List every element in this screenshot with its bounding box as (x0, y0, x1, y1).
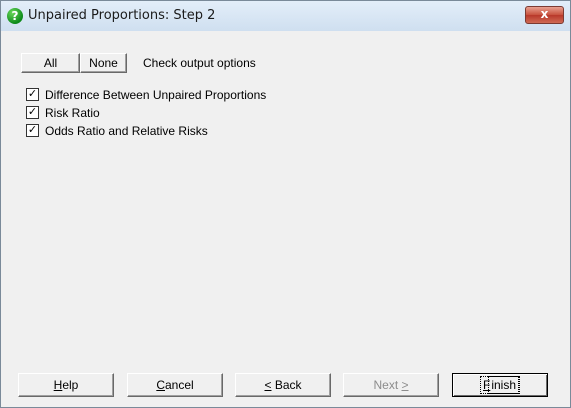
cancel-button[interactable]: Cancel (127, 373, 223, 397)
option-label: Difference Between Unpaired Proportions (45, 88, 267, 102)
checkbox[interactable]: ✓ (26, 123, 39, 137)
option-label: Odds Ratio and Relative Risks (45, 124, 208, 138)
checkbox[interactable]: ✓ (26, 87, 39, 101)
mnemonic: C (156, 378, 165, 392)
instruction-label: Check output options (143, 56, 256, 70)
window-title: Unpaired Proportions: Step 2 (28, 8, 216, 23)
help-question-icon: ? (7, 8, 23, 24)
select-none-button[interactable]: None (80, 53, 127, 73)
dialog-window: ? Unpaired Proportions: Step 2 x All Non… (0, 0, 571, 408)
dialog-body: All None Check output options ✓ Differen… (6, 31, 565, 403)
focus-box: Finish (479, 376, 521, 394)
mnemonic: < (264, 378, 272, 392)
close-button[interactable]: x (525, 6, 564, 24)
check-icon: ✓ (27, 105, 38, 118)
button-label: inish (488, 376, 519, 394)
button-label: Back (271, 378, 302, 392)
checkbox[interactable]: ✓ (26, 105, 39, 119)
next-button[interactable]: Next > (343, 373, 439, 397)
button-label: Next (373, 378, 402, 392)
check-icon: ✓ (27, 123, 38, 136)
back-button[interactable]: < Back (235, 373, 331, 397)
option-label: Risk Ratio (45, 106, 100, 120)
button-label: elp (62, 378, 79, 392)
button-label: ancel (164, 378, 194, 392)
mnemonic: > (401, 378, 409, 392)
select-all-button[interactable]: All (21, 53, 80, 73)
check-icon: ✓ (27, 87, 38, 100)
help-button[interactable]: Help (18, 373, 114, 397)
finish-button[interactable]: Finish (452, 373, 548, 397)
title-bar[interactable]: ? Unpaired Proportions: Step 2 x (1, 1, 570, 31)
